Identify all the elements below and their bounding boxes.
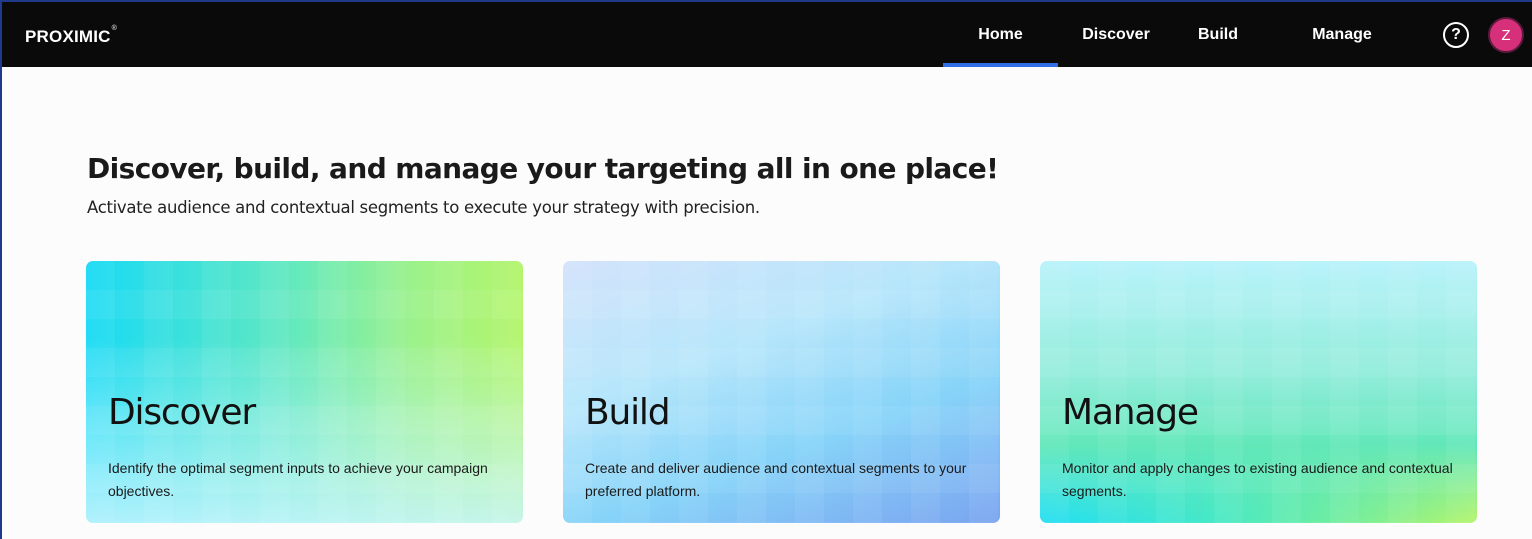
logo-text: PROXIMIC [25, 27, 111, 46]
user-avatar[interactable]: Z [1488, 17, 1524, 53]
page-title: Discover, build, and manage your targeti… [87, 152, 999, 185]
question-circle-icon[interactable]: ? [1443, 22, 1469, 48]
build-card[interactable]: Build Create and deliver audience and co… [563, 261, 1000, 523]
nav-tab-label: Manage [1312, 25, 1372, 43]
top-navigation-bar: PROXIMIC® Home Discover Build Manage ? Z [2, 2, 1532, 67]
nav-tab-label: Home [978, 25, 1023, 43]
nav-tab-build[interactable]: Build [1178, 2, 1258, 67]
registered-mark: ® [111, 25, 118, 32]
nav-tab-home[interactable]: Home [943, 2, 1058, 67]
nav-tab-label: Build [1198, 25, 1238, 43]
card-description: Identify the optimal segment inputs to a… [108, 460, 488, 499]
nav-tab-manage[interactable]: Manage [1292, 2, 1392, 67]
card-title: Build [585, 392, 671, 433]
nav-tab-discover[interactable]: Discover [1060, 2, 1172, 67]
card-title: Discover [108, 392, 256, 433]
discover-card[interactable]: Discover Identify the optimal segment in… [86, 261, 523, 523]
card-description: Create and deliver audience and contextu… [585, 460, 967, 499]
avatar-initial: Z [1501, 26, 1511, 44]
card-title: Manage [1062, 392, 1199, 433]
help-glyph: ? [1451, 26, 1461, 43]
manage-card[interactable]: Manage Monitor and apply changes to exis… [1040, 261, 1477, 523]
page-subtitle: Activate audience and contextual segment… [87, 198, 760, 217]
proximic-logo[interactable]: PROXIMIC® [25, 25, 118, 47]
card-description: Monitor and apply changes to existing au… [1062, 460, 1453, 499]
app-frame: PROXIMIC® Home Discover Build Manage ? Z… [0, 0, 1532, 539]
nav-tab-label: Discover [1082, 25, 1150, 43]
